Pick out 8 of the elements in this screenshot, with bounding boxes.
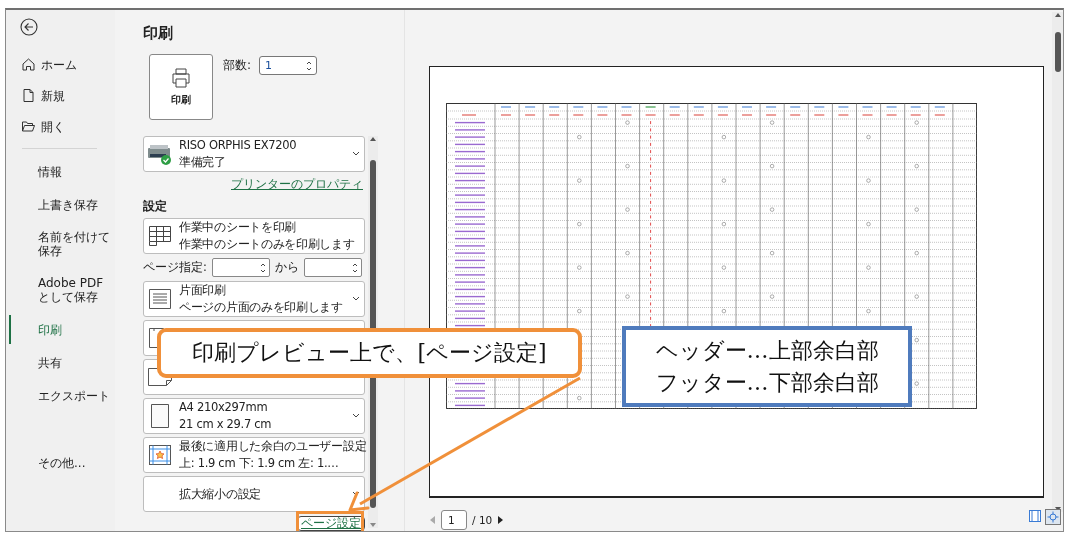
page-range-label: から	[274, 260, 299, 275]
callout-tooltip: ヘッダー…上部余白部 フッター…下部余白部	[622, 326, 912, 407]
page-range-label: ページ指定:	[143, 260, 207, 275]
copies-label: 部数:	[223, 57, 252, 74]
callout-tooltip: 印刷プレビュー上で、[ページ設定]	[157, 328, 582, 378]
page-count: / 10	[472, 514, 493, 526]
panel-title: 印刷	[143, 24, 174, 42]
section-heading: 設定	[143, 199, 168, 214]
